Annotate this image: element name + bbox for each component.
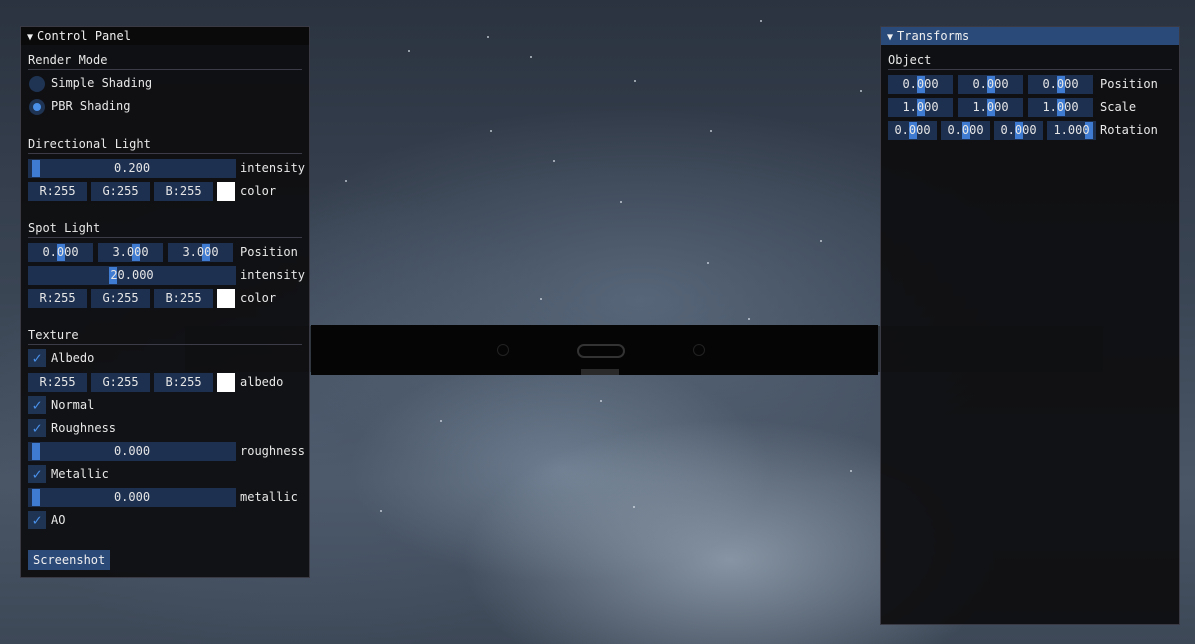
spot-position-z[interactable]: 3.000 <box>168 243 233 262</box>
ao-checkbox[interactable]: ✓ <box>28 511 46 529</box>
slider-grab[interactable] <box>32 443 40 460</box>
field-value: 0.000 <box>902 77 939 91</box>
directional-intensity-slider[interactable]: 0.200 <box>28 159 236 178</box>
3d-model <box>311 325 878 375</box>
scale-y-field[interactable]: 1.000 <box>958 98 1023 117</box>
radio-simple-shading[interactable] <box>29 76 45 92</box>
albedo-color-b[interactable]: B:255 <box>154 373 213 392</box>
rotation-y-field[interactable]: 0.000 <box>941 121 990 140</box>
model-port <box>577 344 625 358</box>
checkmark-icon: ✓ <box>32 396 42 414</box>
section-spot-light: Spot Light <box>28 219 302 238</box>
normal-checkbox[interactable]: ✓ <box>28 396 46 414</box>
slider-value: 0.000 <box>113 444 151 458</box>
position-x-field[interactable]: 0.000 <box>888 75 953 94</box>
position-y-field[interactable]: 0.000 <box>958 75 1023 94</box>
field-value: 0.000 <box>42 245 79 259</box>
slider-grab[interactable] <box>32 160 40 177</box>
slider-grab[interactable] <box>32 489 40 506</box>
spot-position-y[interactable]: 3.000 <box>98 243 163 262</box>
field-value: 0.000 <box>1000 123 1037 137</box>
roughness-slider[interactable]: 0.000 <box>28 442 236 461</box>
radio-pbr-shading[interactable] <box>29 99 45 115</box>
dir-color-g[interactable]: G:255 <box>91 182 150 201</box>
position-label: Position <box>1100 77 1158 91</box>
metallic-checkbox[interactable]: ✓ <box>28 465 46 483</box>
control-panel-titlebar[interactable]: ▼ Control Panel <box>21 27 309 45</box>
dir-color-b[interactable]: B:255 <box>154 182 213 201</box>
triangle-down-icon[interactable]: ▼ <box>27 29 33 47</box>
rotation-z-field[interactable]: 0.000 <box>994 121 1043 140</box>
field-value: 3.000 <box>182 245 219 259</box>
checkmark-icon: ✓ <box>32 419 42 437</box>
albedo-color-swatch[interactable] <box>217 373 235 392</box>
color-label: color <box>240 291 277 305</box>
section-directional-light: Directional Light <box>28 135 302 154</box>
slider-value: 0.000 <box>113 490 151 504</box>
spot-color-g[interactable]: G:255 <box>91 289 150 308</box>
triangle-down-icon[interactable]: ▼ <box>887 29 893 47</box>
transforms-panel: ▼ Transforms Object 0.000 0.000 0.000 Pos… <box>880 26 1180 625</box>
metallic-slider[interactable]: 0.000 <box>28 488 236 507</box>
albedo-color-g[interactable]: G:255 <box>91 373 150 392</box>
radio-label: PBR Shading <box>51 99 131 113</box>
field-value: 0.000 <box>972 77 1009 91</box>
panel-title: Control Panel <box>37 29 131 43</box>
slider-label: roughness <box>240 444 306 458</box>
albedo-checkbox[interactable]: ✓ <box>28 349 46 367</box>
spot-intensity-slider[interactable]: 20.000 <box>28 266 236 285</box>
slider-label: metallic <box>240 490 298 504</box>
roughness-checkbox[interactable]: ✓ <box>28 419 46 437</box>
dir-color-r[interactable]: R:255 <box>28 182 87 201</box>
radio-label: Simple Shading <box>51 76 153 90</box>
spot-position-x[interactable]: 0.000 <box>28 243 93 262</box>
albedo-color-r[interactable]: R:255 <box>28 373 87 392</box>
checkbox-label: Metallic <box>51 467 109 481</box>
slider-value: 20.000 <box>110 268 154 282</box>
spot-color-b[interactable]: B:255 <box>154 289 213 308</box>
field-value: 1.000 <box>972 100 1009 114</box>
scale-z-field[interactable]: 1.000 <box>1028 98 1093 117</box>
screenshot-button[interactable]: Screenshot <box>28 550 111 570</box>
rotation-x-field[interactable]: 0.000 <box>888 121 937 140</box>
section-object: Object <box>888 51 1172 70</box>
spot-color-r[interactable]: R:255 <box>28 289 87 308</box>
slider-label: intensity <box>240 161 306 175</box>
model-hole <box>497 344 509 356</box>
field-value: 0.000 <box>894 123 931 137</box>
slider-value: 0.200 <box>113 161 151 175</box>
section-render-mode: Render Mode <box>28 51 302 70</box>
position-label: Position <box>240 245 298 259</box>
transforms-titlebar[interactable]: ▼ Transforms <box>881 27 1179 45</box>
checkbox-label: Normal <box>51 398 95 412</box>
dir-color-swatch[interactable] <box>217 182 235 201</box>
field-value: 3.000 <box>112 245 149 259</box>
field-value: 0.000 <box>947 123 984 137</box>
field-value: 1.000 <box>902 100 939 114</box>
checkmark-icon: ✓ <box>32 465 42 483</box>
checkmark-icon: ✓ <box>32 349 42 367</box>
model-notch <box>581 369 619 375</box>
field-value: 0.000 <box>1042 77 1079 91</box>
color-label: color <box>240 184 277 198</box>
scale-label: Scale <box>1100 100 1137 114</box>
checkbox-label: Roughness <box>51 421 117 435</box>
position-z-field[interactable]: 0.000 <box>1028 75 1093 94</box>
scale-x-field[interactable]: 1.000 <box>888 98 953 117</box>
section-texture: Texture <box>28 326 302 345</box>
panel-title: Transforms <box>897 29 970 43</box>
spot-color-swatch[interactable] <box>217 289 235 308</box>
checkmark-icon: ✓ <box>32 511 42 529</box>
color-label: albedo <box>240 375 284 389</box>
rotation-w-field[interactable]: 1.000 <box>1047 121 1096 140</box>
field-value: 1.000 <box>1042 100 1079 114</box>
checkbox-label: AO <box>51 513 66 527</box>
checkbox-label: Albedo <box>51 351 95 365</box>
rotation-label: Rotation <box>1100 123 1158 137</box>
field-value: 1.000 <box>1053 123 1090 137</box>
model-hole <box>693 344 705 356</box>
control-panel: ▼ Control Panel Render Mode Simple Shadin… <box>20 26 310 578</box>
slider-label: intensity <box>240 268 306 282</box>
